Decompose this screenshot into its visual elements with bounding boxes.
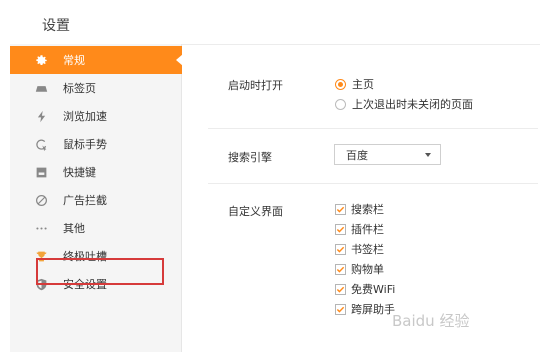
check-icon <box>336 206 345 213</box>
checkbox-label: 免费WiFi <box>351 283 396 296</box>
sidebar-item-label: 快捷键 <box>63 166 96 179</box>
lightning-icon <box>34 109 48 123</box>
search-engine-select[interactable]: 百度 <box>334 144 441 165</box>
checkbox-free-wifi[interactable]: 免费WiFi <box>335 281 395 297</box>
radio-label: 上次退出时未关闭的页面 <box>352 98 473 111</box>
highlight-annotation <box>36 258 164 285</box>
sidebar: 常规 标签页 浏览加速 鼠标手势 快捷键 广告拦截 其他 终极吐槽 安全设置 <box>10 44 183 352</box>
search-engine-label: 搜索引擎 <box>228 151 272 164</box>
checkbox-search-bar[interactable]: 搜索栏 <box>335 201 384 217</box>
sidebar-item-acceleration[interactable]: 浏览加速 <box>10 102 182 130</box>
active-indicator <box>176 54 183 66</box>
sidebar-item-tabs[interactable]: 标签页 <box>10 74 182 102</box>
checkbox[interactable] <box>335 203 346 215</box>
gear-icon <box>34 53 48 67</box>
select-value: 百度 <box>346 148 368 162</box>
checkbox-label: 跨屏助手 <box>351 303 395 316</box>
check-icon <box>336 266 345 273</box>
startup-last-session-radio[interactable]: 上次退出时未关闭的页面 <box>335 96 473 112</box>
check-icon <box>336 246 345 253</box>
sidebar-item-other[interactable]: 其他 <box>10 214 182 242</box>
checkbox-shopping-list[interactable]: 购物单 <box>335 261 384 277</box>
sidebar-item-label: 鼠标手势 <box>63 138 107 151</box>
section-divider <box>208 128 538 129</box>
checkbox[interactable] <box>335 263 346 275</box>
sidebar-item-ad-block[interactable]: 广告拦截 <box>10 186 182 214</box>
check-icon <box>336 306 345 313</box>
more-dots-icon <box>34 221 48 235</box>
custom-ui-label: 自定义界面 <box>228 205 283 218</box>
radio-button[interactable] <box>335 98 346 110</box>
checkbox-label: 搜索栏 <box>351 203 384 216</box>
sidebar-item-mouse-gesture[interactable]: 鼠标手势 <box>10 130 182 158</box>
checkbox-label: 购物单 <box>351 263 384 276</box>
check-icon <box>336 226 345 233</box>
radio-label: 主页 <box>352 78 374 91</box>
watermark-logo: Baidu 经验 <box>392 312 470 330</box>
chevron-down-icon <box>425 153 431 157</box>
sidebar-item-general[interactable]: 常规 <box>10 46 183 74</box>
checkbox[interactable] <box>335 223 346 235</box>
checkbox-label: 插件栏 <box>351 223 384 236</box>
sidebar-item-label: 标签页 <box>63 82 96 95</box>
checkbox-bookmark-bar[interactable]: 书签栏 <box>335 241 384 257</box>
radio-button[interactable] <box>335 78 346 90</box>
section-divider <box>208 183 538 184</box>
sidebar-item-label: 浏览加速 <box>63 110 107 123</box>
tab-icon <box>34 81 48 95</box>
startup-label: 启动时打开 <box>228 79 283 92</box>
checkbox[interactable] <box>335 243 346 255</box>
mouse-gesture-icon <box>34 137 48 151</box>
checkbox-label: 书签栏 <box>351 243 384 256</box>
checkbox-cross-screen[interactable]: 跨屏助手 <box>335 301 395 317</box>
checkbox[interactable] <box>335 283 346 295</box>
block-icon <box>34 193 48 207</box>
startup-homepage-radio[interactable]: 主页 <box>335 76 374 92</box>
check-icon <box>336 286 345 293</box>
checkbox[interactable] <box>335 303 346 315</box>
page-title: 设置 <box>42 18 70 34</box>
sidebar-item-label: 常规 <box>63 54 85 67</box>
sidebar-item-shortcuts[interactable]: 快捷键 <box>10 158 182 186</box>
checkbox-plugin-bar[interactable]: 插件栏 <box>335 221 384 237</box>
sidebar-item-label: 其他 <box>63 222 85 235</box>
sidebar-item-label: 广告拦截 <box>63 194 107 207</box>
shortcut-key-icon <box>34 165 48 179</box>
